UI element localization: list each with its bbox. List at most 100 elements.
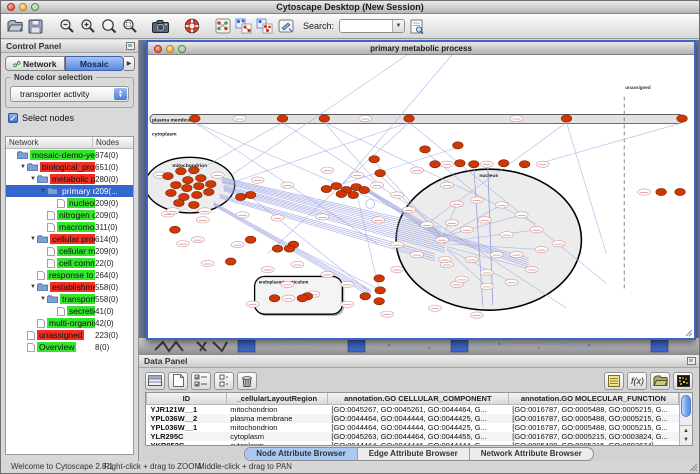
search-box[interactable]: ▼: [339, 19, 405, 33]
formula-builder-icon[interactable]: f(x): [627, 372, 647, 390]
import-attributes-icon[interactable]: [604, 372, 624, 390]
graph-node-label[interactable]: [411, 167, 424, 173]
graph-node[interactable]: [277, 115, 288, 122]
graph-node[interactable]: [235, 193, 246, 200]
graph-node-label[interactable]: [536, 161, 549, 167]
graph-node[interactable]: [359, 186, 370, 193]
graph-node-label[interactable]: [403, 207, 416, 213]
graph-node-label[interactable]: [435, 237, 448, 243]
graph-node[interactable]: [183, 177, 194, 184]
table-column-header[interactable]: _cellularLayoutRegion: [226, 393, 327, 404]
tree-row[interactable]: cellular metabo209(0): [6, 245, 133, 257]
table-cell[interactable]: [GO:0044464, GO:0044446, GO:0044444, G..…: [327, 441, 508, 447]
graph-node[interactable]: [561, 115, 572, 122]
graph-node-label[interactable]: [282, 295, 295, 301]
graph-node[interactable]: [166, 189, 177, 196]
table-scrollbar[interactable]: ▲▼: [679, 393, 692, 445]
tree-row[interactable]: ▼cellular process614(0): [6, 233, 133, 245]
clear-attribute-icon[interactable]: [214, 372, 234, 390]
disclosure-triangle-icon[interactable]: ▼: [29, 176, 37, 182]
scrollbar-arrows[interactable]: ▲▼: [680, 425, 692, 445]
tree-row[interactable]: unassigned223(0): [6, 329, 133, 341]
graph-node-label[interactable]: [231, 241, 244, 247]
tree-row[interactable]: ▼metabolic process280(0): [6, 173, 133, 185]
graph-node-label[interactable]: [191, 237, 204, 243]
graph-node-label[interactable]: [211, 172, 224, 178]
attribute-matrix-icon[interactable]: [673, 372, 693, 390]
tree-row[interactable]: ▼transport558(0): [6, 293, 133, 305]
table-cell[interactable]: plasma membrane: [226, 414, 327, 423]
graph-node-label[interactable]: [176, 240, 189, 246]
graph-node-label[interactable]: [341, 301, 354, 307]
table-cell[interactable]: [GO:0005488, GO:0005215, GO:0003674]: [508, 441, 678, 447]
window-controls[interactable]: [7, 3, 39, 11]
search-input[interactable]: [340, 22, 392, 31]
compartment-plasma-membrane[interactable]: [150, 115, 683, 124]
graph-node-label[interactable]: [372, 217, 385, 223]
graph-node-label[interactable]: [552, 240, 565, 246]
graph-node-label[interactable]: [500, 232, 513, 238]
graph-node[interactable]: [336, 190, 347, 197]
net-close-button[interactable]: [154, 45, 162, 53]
graph-node[interactable]: [498, 160, 509, 167]
graph-node-label[interactable]: [321, 167, 334, 173]
tree-row[interactable]: mosaic-demo-yeast874(0): [6, 149, 133, 161]
graph-node[interactable]: [374, 275, 385, 282]
disclosure-triangle-icon[interactable]: ▼: [19, 164, 27, 170]
graph-node[interactable]: [675, 188, 686, 195]
preset-network-icon[interactable]: [213, 17, 232, 36]
save-session-icon[interactable]: [26, 17, 45, 36]
graph-node[interactable]: [360, 293, 371, 300]
table-cell[interactable]: [GO:0016787, GO:0005488, GO:0005215, G..…: [508, 414, 678, 423]
graph-node[interactable]: [453, 142, 464, 149]
table-column-header[interactable]: ID: [147, 393, 227, 404]
tree-row[interactable]: secretion41(0): [6, 305, 133, 317]
node-color-dropdown[interactable]: transporter activity ▲▼: [10, 86, 129, 102]
graph-node[interactable]: [321, 185, 332, 192]
graph-node[interactable]: [269, 295, 280, 302]
float-panel-icon[interactable]: [126, 42, 135, 50]
graph-node-label[interactable]: [450, 201, 463, 207]
graph-node[interactable]: [176, 168, 187, 175]
graph-node-label[interactable]: [510, 115, 523, 121]
open-file-icon[interactable]: [5, 17, 24, 36]
close-button[interactable]: [7, 3, 15, 11]
graph-node[interactable]: [272, 245, 283, 252]
graph-node-label[interactable]: [440, 161, 453, 167]
graph-node-label[interactable]: [510, 251, 523, 257]
graph-node-label[interactable]: [321, 271, 334, 277]
graph-node-label[interactable]: [391, 241, 404, 247]
tree-col-network[interactable]: Network: [6, 137, 93, 148]
tree-row[interactable]: macromolecule311(0): [6, 221, 133, 233]
scrollbar-thumb[interactable]: [681, 395, 691, 417]
tree-row[interactable]: ▼biological_process651(0): [6, 161, 133, 173]
table-column-header[interactable]: annotation.GO MOLECULAR_FUNCTION: [508, 393, 678, 404]
table-row[interactable]: YJR121W__1mitochondrion[GO:0045267, GO:0…: [147, 404, 679, 414]
tab-node-attribute-browser[interactable]: Node Attribute Browser: [245, 448, 358, 460]
table-cell[interactable]: YKR052C: [147, 441, 227, 447]
table-cell[interactable]: [GO:0044464, GO:0044444, GO:0044425, G..…: [327, 414, 508, 423]
graph-node-label[interactable]: [251, 177, 264, 183]
graph-node-label[interactable]: [638, 189, 651, 195]
disclosure-triangle-icon[interactable]: ▼: [39, 296, 47, 302]
graph-node-label[interactable]: [341, 281, 354, 287]
graph-node-label[interactable]: [236, 212, 249, 218]
graph-node[interactable]: [420, 146, 431, 153]
table-cell[interactable]: cytoplasm: [226, 432, 327, 441]
annotation-icon[interactable]: [276, 17, 295, 36]
graph-node-label[interactable]: [438, 256, 451, 262]
graph-node-label[interactable]: [490, 251, 503, 257]
table-cell[interactable]: mitochondrion: [226, 404, 327, 414]
tree-row[interactable]: Overview8(0): [6, 341, 133, 353]
network-canvas[interactable]: plasma membranecytoplasmmitochondrionnuc…: [148, 55, 694, 338]
graph-node-label[interactable]: [515, 212, 528, 218]
graph-node[interactable]: [189, 201, 200, 208]
graph-node[interactable]: [297, 295, 308, 302]
graph-node-label[interactable]: [478, 217, 491, 223]
graph-node-label[interactable]: [371, 182, 384, 188]
graph-node[interactable]: [203, 188, 214, 195]
search-config-icon[interactable]: [407, 17, 426, 36]
graph-node-label[interactable]: [535, 246, 548, 252]
net-zoom-button[interactable]: [178, 45, 186, 53]
delete-attribute-icon[interactable]: [237, 372, 257, 390]
